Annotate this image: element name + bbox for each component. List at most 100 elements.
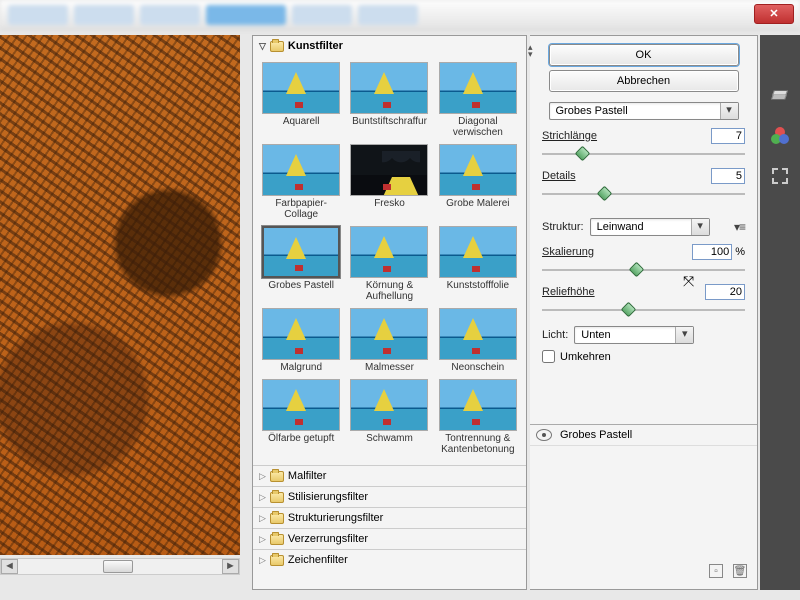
category-label: Malfilter [288,470,327,482]
struktur-dropdown[interactable]: Leinwand ▾ [590,218,710,236]
filter-settings-panel: ▴▾ OK Abbrechen Grobes Pastell ▾ Strichl… [530,35,758,590]
filter-item-kunststofffolie[interactable]: Kunststofffolie [436,226,520,306]
filter-thumbnail [350,226,428,278]
filter-label: Grobes Pastell [259,278,343,295]
details-slider[interactable] [542,188,745,200]
category-label: Verzerrungsfilter [288,533,368,545]
filter-item-diagonal-verwischen[interactable]: Diagonal verwischen [436,62,520,142]
effect-layer-row[interactable]: Grobes Pastell [530,425,757,446]
filter-thumbnail [262,226,340,278]
strichlaenge-input[interactable] [711,128,745,144]
disclosure-right-icon: ▷ [259,471,266,482]
scroll-right-arrow[interactable]: ► [222,559,239,574]
filter-thumbnail-grid: AquarellBuntstiftschraffur Diagonal verwi… [253,56,526,465]
filter-thumbnail [439,62,517,114]
filter-item-k-rnung-aufhellung[interactable]: Körnung & Aufhellung [347,226,431,306]
delete-effect-layer-icon[interactable]: 🗑 [733,564,747,578]
filter-label: Körnung & Aufhellung [347,278,431,306]
crop-panel-icon[interactable] [769,165,791,187]
licht-dropdown[interactable]: Unten ▾ [574,326,694,344]
strichlaenge-slider[interactable] [542,148,745,160]
filter-item-grobes-pastell[interactable]: Grobes Pastell [259,226,343,306]
licht-row: Licht: Unten ▾ [542,326,745,344]
filter-thumbnail [350,62,428,114]
filter-label: Farbpapier-Collage [259,196,343,224]
umkehren-label: Umkehren [560,351,611,363]
category-zeichenfilter-header[interactable]: ▷Zeichenfilter [253,549,526,570]
reliefhoehe-input[interactable] [705,284,745,300]
struktur-value: Leinwand [591,219,691,235]
filter-label: Aquarell [259,114,343,131]
reliefhoehe-label: Reliefhöhe [542,286,595,298]
filter-thumbnail [439,144,517,196]
skalierung-slider[interactable] [542,264,745,276]
filter-gallery-panel: ▽ Kunstfilter AquarellBuntstiftschraffur… [252,35,527,590]
filter-thumbnail [439,308,517,360]
filter-item-farbpapier-collage[interactable]: Farbpapier-Collage [259,144,343,224]
filter-label: Neonschein [436,360,520,377]
details-input[interactable] [711,168,745,184]
category-verzerrungsfilter-header[interactable]: ▷Verzerrungsfilter [253,528,526,549]
folder-icon [270,555,284,566]
filter-select-value: Grobes Pastell [550,103,720,119]
filter-item-buntstiftschraffur[interactable]: Buntstiftschraffur [347,62,431,142]
collapse-panel-icon[interactable]: ▴▾ [528,44,533,58]
filter-select-dropdown[interactable]: Grobes Pastell ▾ [549,102,739,120]
filter-item-schwamm[interactable]: Schwamm [347,379,431,459]
scroll-thumb[interactable] [103,560,133,573]
category-strukturierungsfilter-header[interactable]: ▷Strukturierungsfilter [253,507,526,528]
umkehren-checkbox-row[interactable]: Umkehren [542,350,745,363]
filter-label: Malmesser [347,360,431,377]
folder-icon [270,492,284,503]
category-label: Strukturierungsfilter [288,512,383,524]
scroll-track[interactable] [18,559,222,574]
umkehren-checkbox[interactable] [542,350,555,363]
filter-item-neonschein[interactable]: Neonschein [436,308,520,377]
filter-label: Fresko [347,196,431,213]
reliefhoehe-slider[interactable] [542,304,745,316]
filter-item-malmesser[interactable]: Malmesser [347,308,431,377]
folder-icon [270,41,284,52]
filter-thumbnail [350,379,428,431]
right-dock [760,35,800,590]
layers-panel-icon[interactable] [769,85,791,107]
filter-preview-viewport[interactable] [0,35,240,555]
category-malfilter-header[interactable]: ▷ Malfilter [253,465,526,486]
category-stilisierungsfilter-header[interactable]: ▷Stilisierungsfilter [253,486,526,507]
filter-item-grobe-malerei[interactable]: Grobe Malerei [436,144,520,224]
filter-item-malgrund[interactable]: Malgrund [259,308,343,377]
category-kunstfilter-header[interactable]: ▽ Kunstfilter [253,36,526,56]
details-label: Details [542,170,576,182]
filter-label: Buntstiftschraffur [347,114,431,131]
preview-horizontal-scrollbar[interactable]: ◄ ► [0,558,240,575]
filter-item-aquarell[interactable]: Aquarell [259,62,343,142]
param-reliefhoehe: Reliefhöhe [542,284,745,316]
channels-panel-icon[interactable] [769,125,791,147]
skalierung-input[interactable] [692,244,732,260]
new-effect-layer-icon[interactable]: ▫ [709,564,723,578]
filter-item--lfarbe-getupft[interactable]: Ölfarbe getupft [259,379,343,459]
folder-icon [270,513,284,524]
filter-item-fresko[interactable]: Fresko [347,144,431,224]
folder-icon [270,534,284,545]
category-label: Stilisierungsfilter [288,491,368,503]
category-label: Zeichenfilter [288,554,348,566]
disclosure-down-icon: ▽ [259,41,266,52]
flyout-menu-icon[interactable]: ▾≡ [734,220,745,234]
filter-label: Grobe Malerei [436,196,520,213]
filter-thumbnail [350,144,428,196]
scroll-left-arrow[interactable]: ◄ [1,559,18,574]
folder-icon [270,471,284,482]
ok-button[interactable]: OK [549,44,739,66]
effect-layers-box: Grobes Pastell ▫ 🗑 [530,424,757,584]
skalierung-label: Skalierung [542,246,594,258]
filter-label: Malgrund [259,360,343,377]
cancel-button[interactable]: Abbrechen [549,70,739,92]
filter-thumbnail [262,144,340,196]
filter-item-tontrennung-kantenbetonung[interactable]: Tontrennung & Kantenbetonung [436,379,520,459]
visibility-eye-icon[interactable] [536,429,552,441]
window-close-button[interactable]: ✕ [754,4,794,24]
percent-unit: % [735,246,745,258]
filter-label: Ölfarbe getupft [259,431,343,448]
chevron-down-icon: ▾ [720,103,738,119]
